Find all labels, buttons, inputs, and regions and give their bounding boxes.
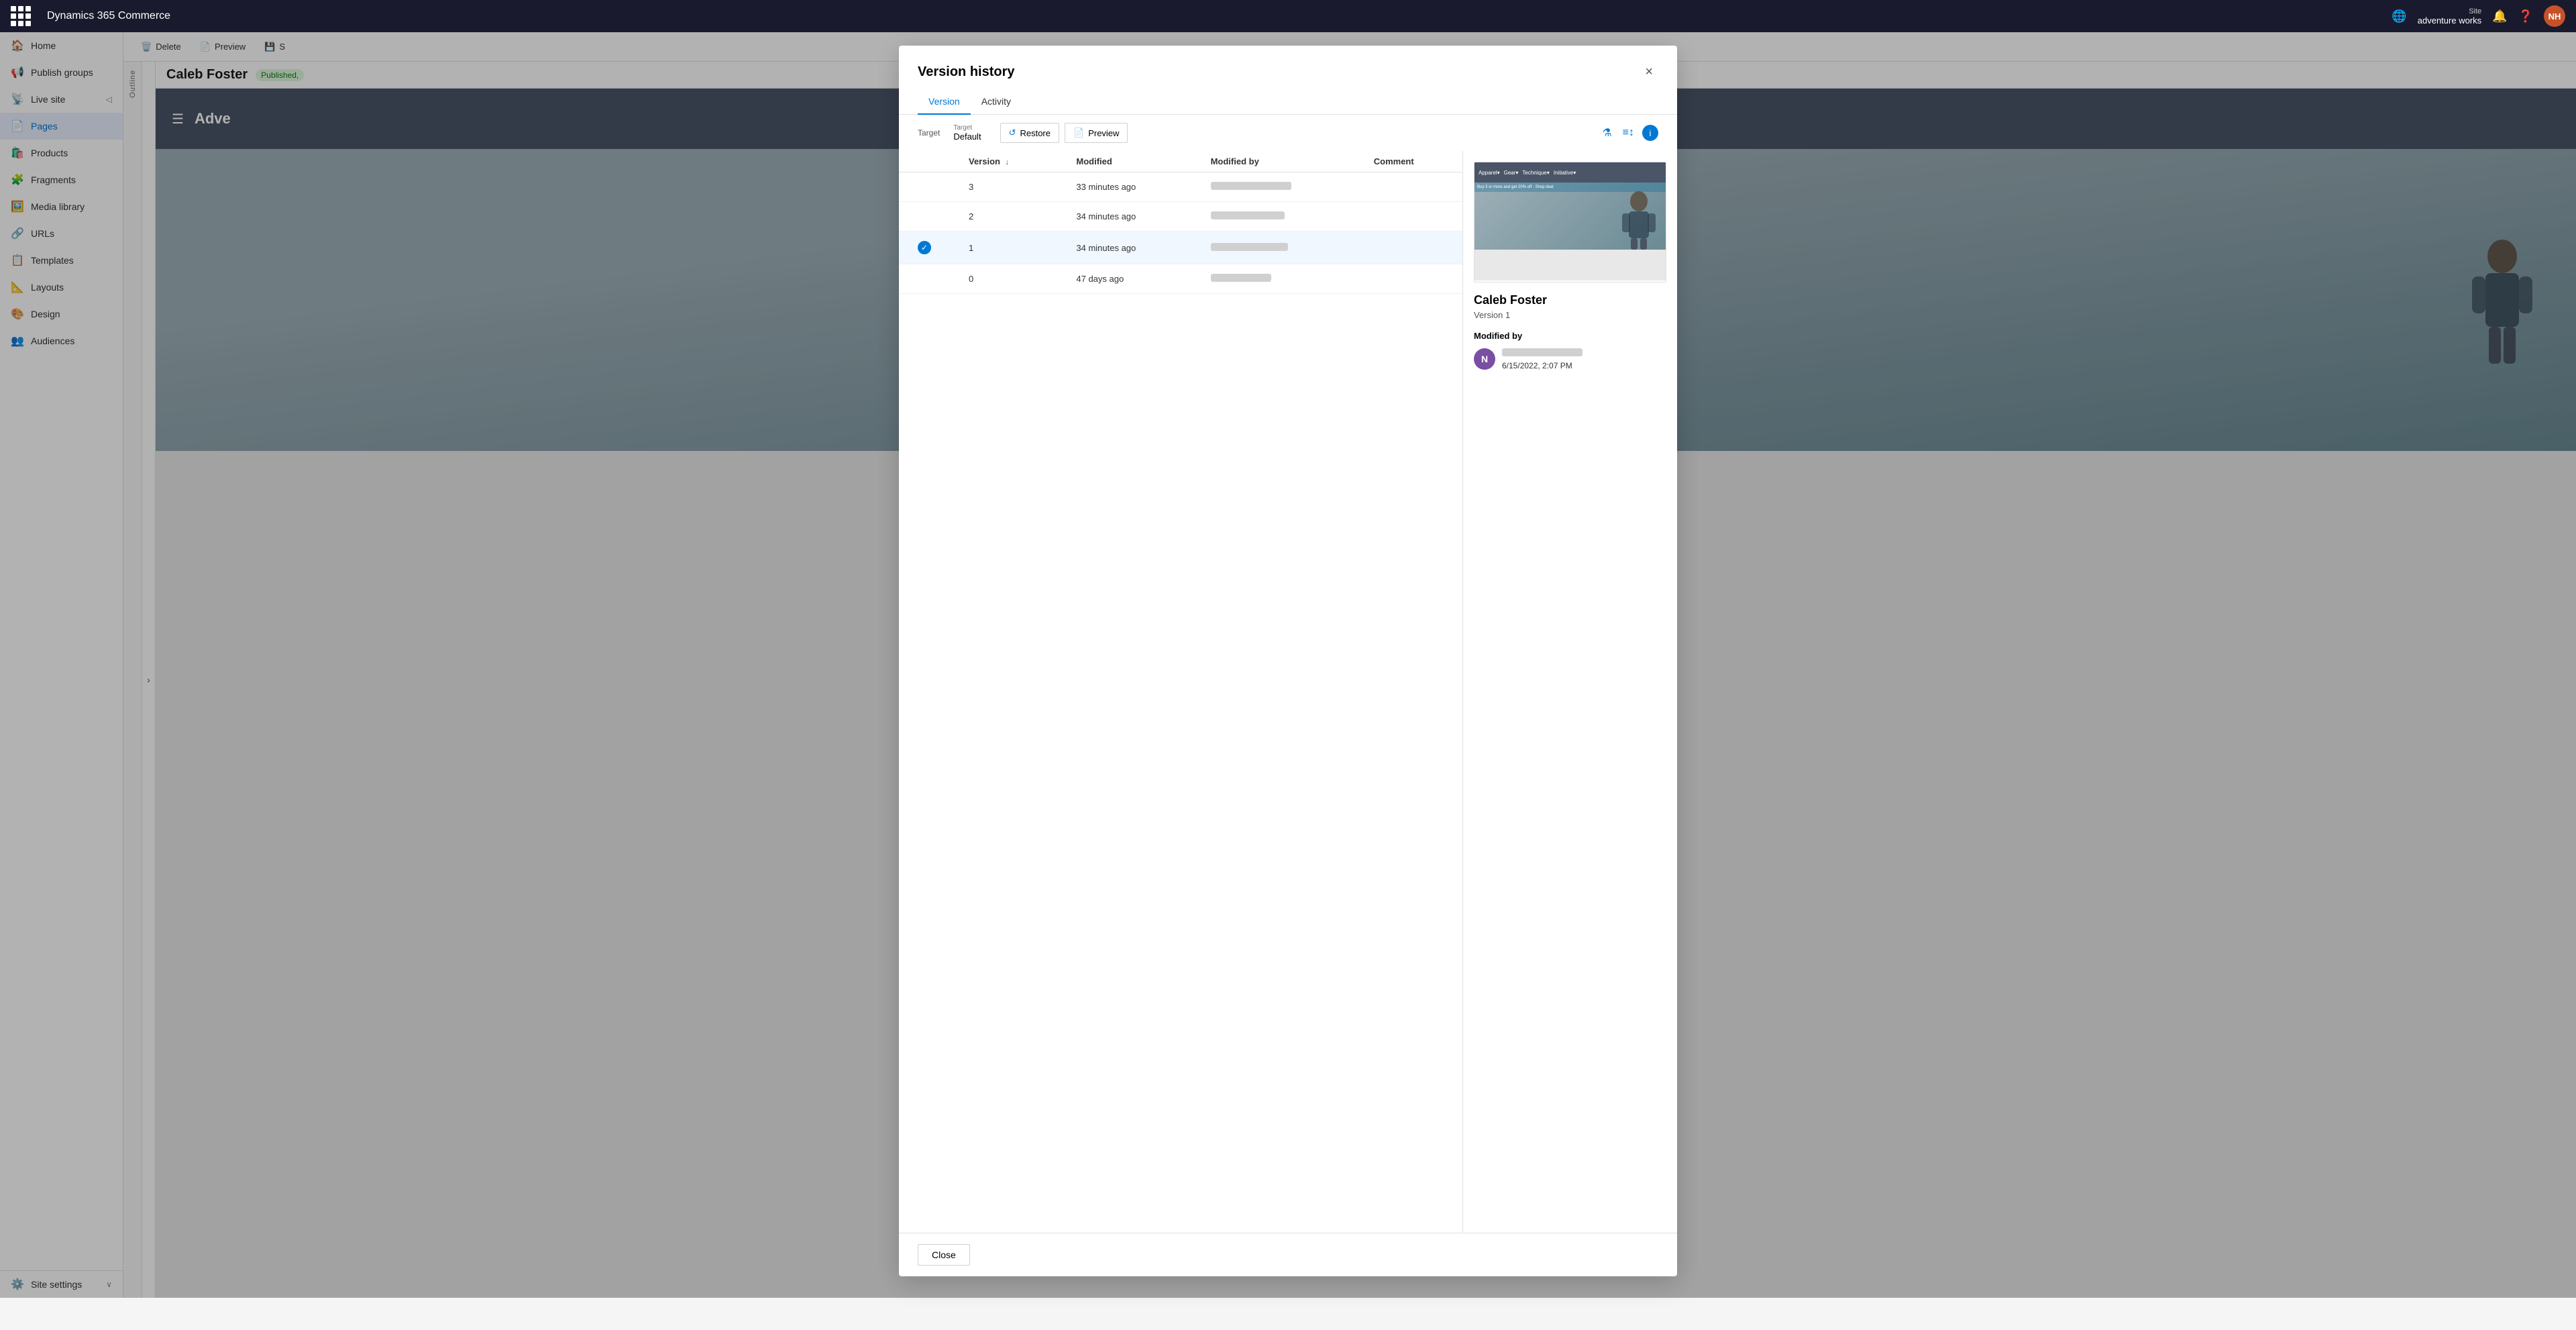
preview-img-hero: Buy 3 or more and get 20% off - Shop dea… bbox=[1474, 183, 1666, 250]
site-label: Site bbox=[2469, 7, 2481, 15]
modal-toolbar: Target Target Default ↺ Restore 📄 Previe… bbox=[899, 115, 1677, 151]
row-version: 3 bbox=[950, 172, 1057, 202]
modal-toolbar-left: Target Target Default ↺ Restore 📄 Previe… bbox=[918, 123, 1128, 143]
preview-nav-item: Technique▾ bbox=[1522, 170, 1550, 176]
row-comment bbox=[1355, 264, 1462, 294]
restore-label: Restore bbox=[1020, 128, 1051, 138]
row-version: 1 bbox=[950, 232, 1057, 264]
row-comment bbox=[1355, 172, 1462, 202]
target-label: Target bbox=[918, 128, 940, 138]
preview-panel: Apparel▾ Gear▾ Technique▾ Initiative▾ Bu… bbox=[1462, 151, 1677, 1233]
globe-icon[interactable]: 🌐 bbox=[2392, 9, 2406, 23]
table-row[interactable]: 3 33 minutes ago bbox=[899, 172, 1462, 202]
tab-version[interactable]: Version bbox=[918, 91, 971, 115]
row-version: 2 bbox=[950, 202, 1057, 232]
target-subtitle: Target bbox=[953, 124, 981, 132]
row-author bbox=[1192, 264, 1355, 294]
modified-by-title: Modified by bbox=[1474, 331, 1666, 341]
top-navigation: Dynamics 365 Commerce 🌐 Site adventure w… bbox=[0, 0, 2576, 32]
row-check bbox=[899, 264, 950, 294]
version-preview-button[interactable]: 📄 Preview bbox=[1065, 123, 1128, 143]
modified-by-row: N 6/15/2022, 2:07 PM bbox=[1474, 348, 1666, 370]
close-button[interactable]: Close bbox=[918, 1244, 970, 1266]
col-version[interactable]: Version ↓ bbox=[950, 151, 1057, 172]
version-table: Version ↓ Modified Modified by Comment bbox=[899, 151, 1462, 294]
row-author bbox=[1192, 172, 1355, 202]
waffle-menu[interactable] bbox=[11, 6, 31, 26]
filter-button[interactable]: ⚗ bbox=[1599, 123, 1614, 142]
preview-nav-item: Initiative▾ bbox=[1554, 170, 1576, 176]
tab-activity[interactable]: Activity bbox=[971, 91, 1022, 115]
modal-toolbar-right: ⚗ ≡↕ i bbox=[1599, 123, 1658, 142]
row-author bbox=[1192, 202, 1355, 232]
preview-img-header: Apparel▾ Gear▾ Technique▾ Initiative▾ bbox=[1474, 162, 1666, 183]
version-history-modal: Version history × Version Activity Targe… bbox=[899, 46, 1677, 1276]
modal-body: Version ↓ Modified Modified by Comment bbox=[899, 151, 1677, 1233]
avatar[interactable]: NH bbox=[2544, 5, 2565, 27]
target-value: Default bbox=[953, 132, 981, 142]
modal-tabs: Version Activity bbox=[899, 83, 1677, 115]
version-preview-icon: 📄 bbox=[1073, 127, 1084, 138]
modified-by-name bbox=[1502, 348, 1582, 358]
author-name-redacted bbox=[1502, 348, 1582, 356]
preview-version-label: Version 1 bbox=[1474, 310, 1666, 320]
col-check bbox=[899, 151, 950, 172]
modal-title: Version history bbox=[918, 64, 1015, 80]
row-check bbox=[899, 202, 950, 232]
col-modified-by[interactable]: Modified by bbox=[1192, 151, 1355, 172]
row-check: ✓ bbox=[899, 232, 950, 264]
preview-hero-person bbox=[1619, 189, 1659, 250]
version-table-area: Version ↓ Modified Modified by Comment bbox=[899, 151, 1462, 1233]
row-comment bbox=[1355, 232, 1462, 264]
modal-footer: Close bbox=[899, 1233, 1677, 1276]
site-info[interactable]: Site adventure works bbox=[2418, 7, 2481, 25]
site-name: adventure works bbox=[2418, 15, 2481, 25]
restore-icon: ↺ bbox=[1009, 127, 1016, 138]
table-row[interactable]: 2 34 minutes ago bbox=[899, 202, 1462, 232]
row-check bbox=[899, 172, 950, 202]
modal-header: Version history × bbox=[899, 46, 1677, 83]
row-comment bbox=[1355, 202, 1462, 232]
version-preview-label: Preview bbox=[1088, 128, 1119, 138]
preview-page-name: Caleb Foster bbox=[1474, 293, 1666, 307]
row-version: 0 bbox=[950, 264, 1057, 294]
modal-overlay: Version history × Version Activity Targe… bbox=[0, 32, 2576, 1298]
topnav-right: 🌐 Site adventure works 🔔 ❓ NH bbox=[2392, 5, 2565, 27]
row-modified: 33 minutes ago bbox=[1057, 172, 1191, 202]
row-modified: 47 days ago bbox=[1057, 264, 1191, 294]
table-row[interactable]: ✓ 1 34 minutes ago bbox=[899, 232, 1462, 264]
app-title: Dynamics 365 Commerce bbox=[47, 10, 170, 22]
table-row[interactable]: 0 47 days ago bbox=[899, 264, 1462, 294]
preview-img-bottom bbox=[1474, 250, 1666, 280]
row-modified: 34 minutes ago bbox=[1057, 202, 1191, 232]
row-modified: 34 minutes ago bbox=[1057, 232, 1191, 264]
help-icon[interactable]: ❓ bbox=[2518, 9, 2533, 23]
row-author bbox=[1192, 232, 1355, 264]
restore-button[interactable]: ↺ Restore bbox=[1000, 123, 1059, 143]
info-button[interactable]: i bbox=[1642, 125, 1658, 141]
preview-nav-item: Gear▾ bbox=[1504, 170, 1519, 176]
preview-nav-item: Apparel▾ bbox=[1479, 170, 1500, 176]
selected-check-icon: ✓ bbox=[918, 241, 931, 254]
modified-by-avatar: N bbox=[1474, 348, 1495, 370]
preview-image: Apparel▾ Gear▾ Technique▾ Initiative▾ Bu… bbox=[1474, 162, 1666, 283]
modified-by-date: 6/15/2022, 2:07 PM bbox=[1502, 361, 1582, 370]
sort-button[interactable]: ≡↕ bbox=[1620, 124, 1637, 142]
col-comment[interactable]: Comment bbox=[1355, 151, 1462, 172]
col-modified[interactable]: Modified bbox=[1057, 151, 1191, 172]
notification-icon[interactable]: 🔔 bbox=[2492, 9, 2507, 23]
modal-close-button[interactable]: × bbox=[1640, 62, 1658, 83]
sort-arrow: ↓ bbox=[1006, 158, 1010, 166]
modified-by-info: 6/15/2022, 2:07 PM bbox=[1502, 348, 1582, 370]
